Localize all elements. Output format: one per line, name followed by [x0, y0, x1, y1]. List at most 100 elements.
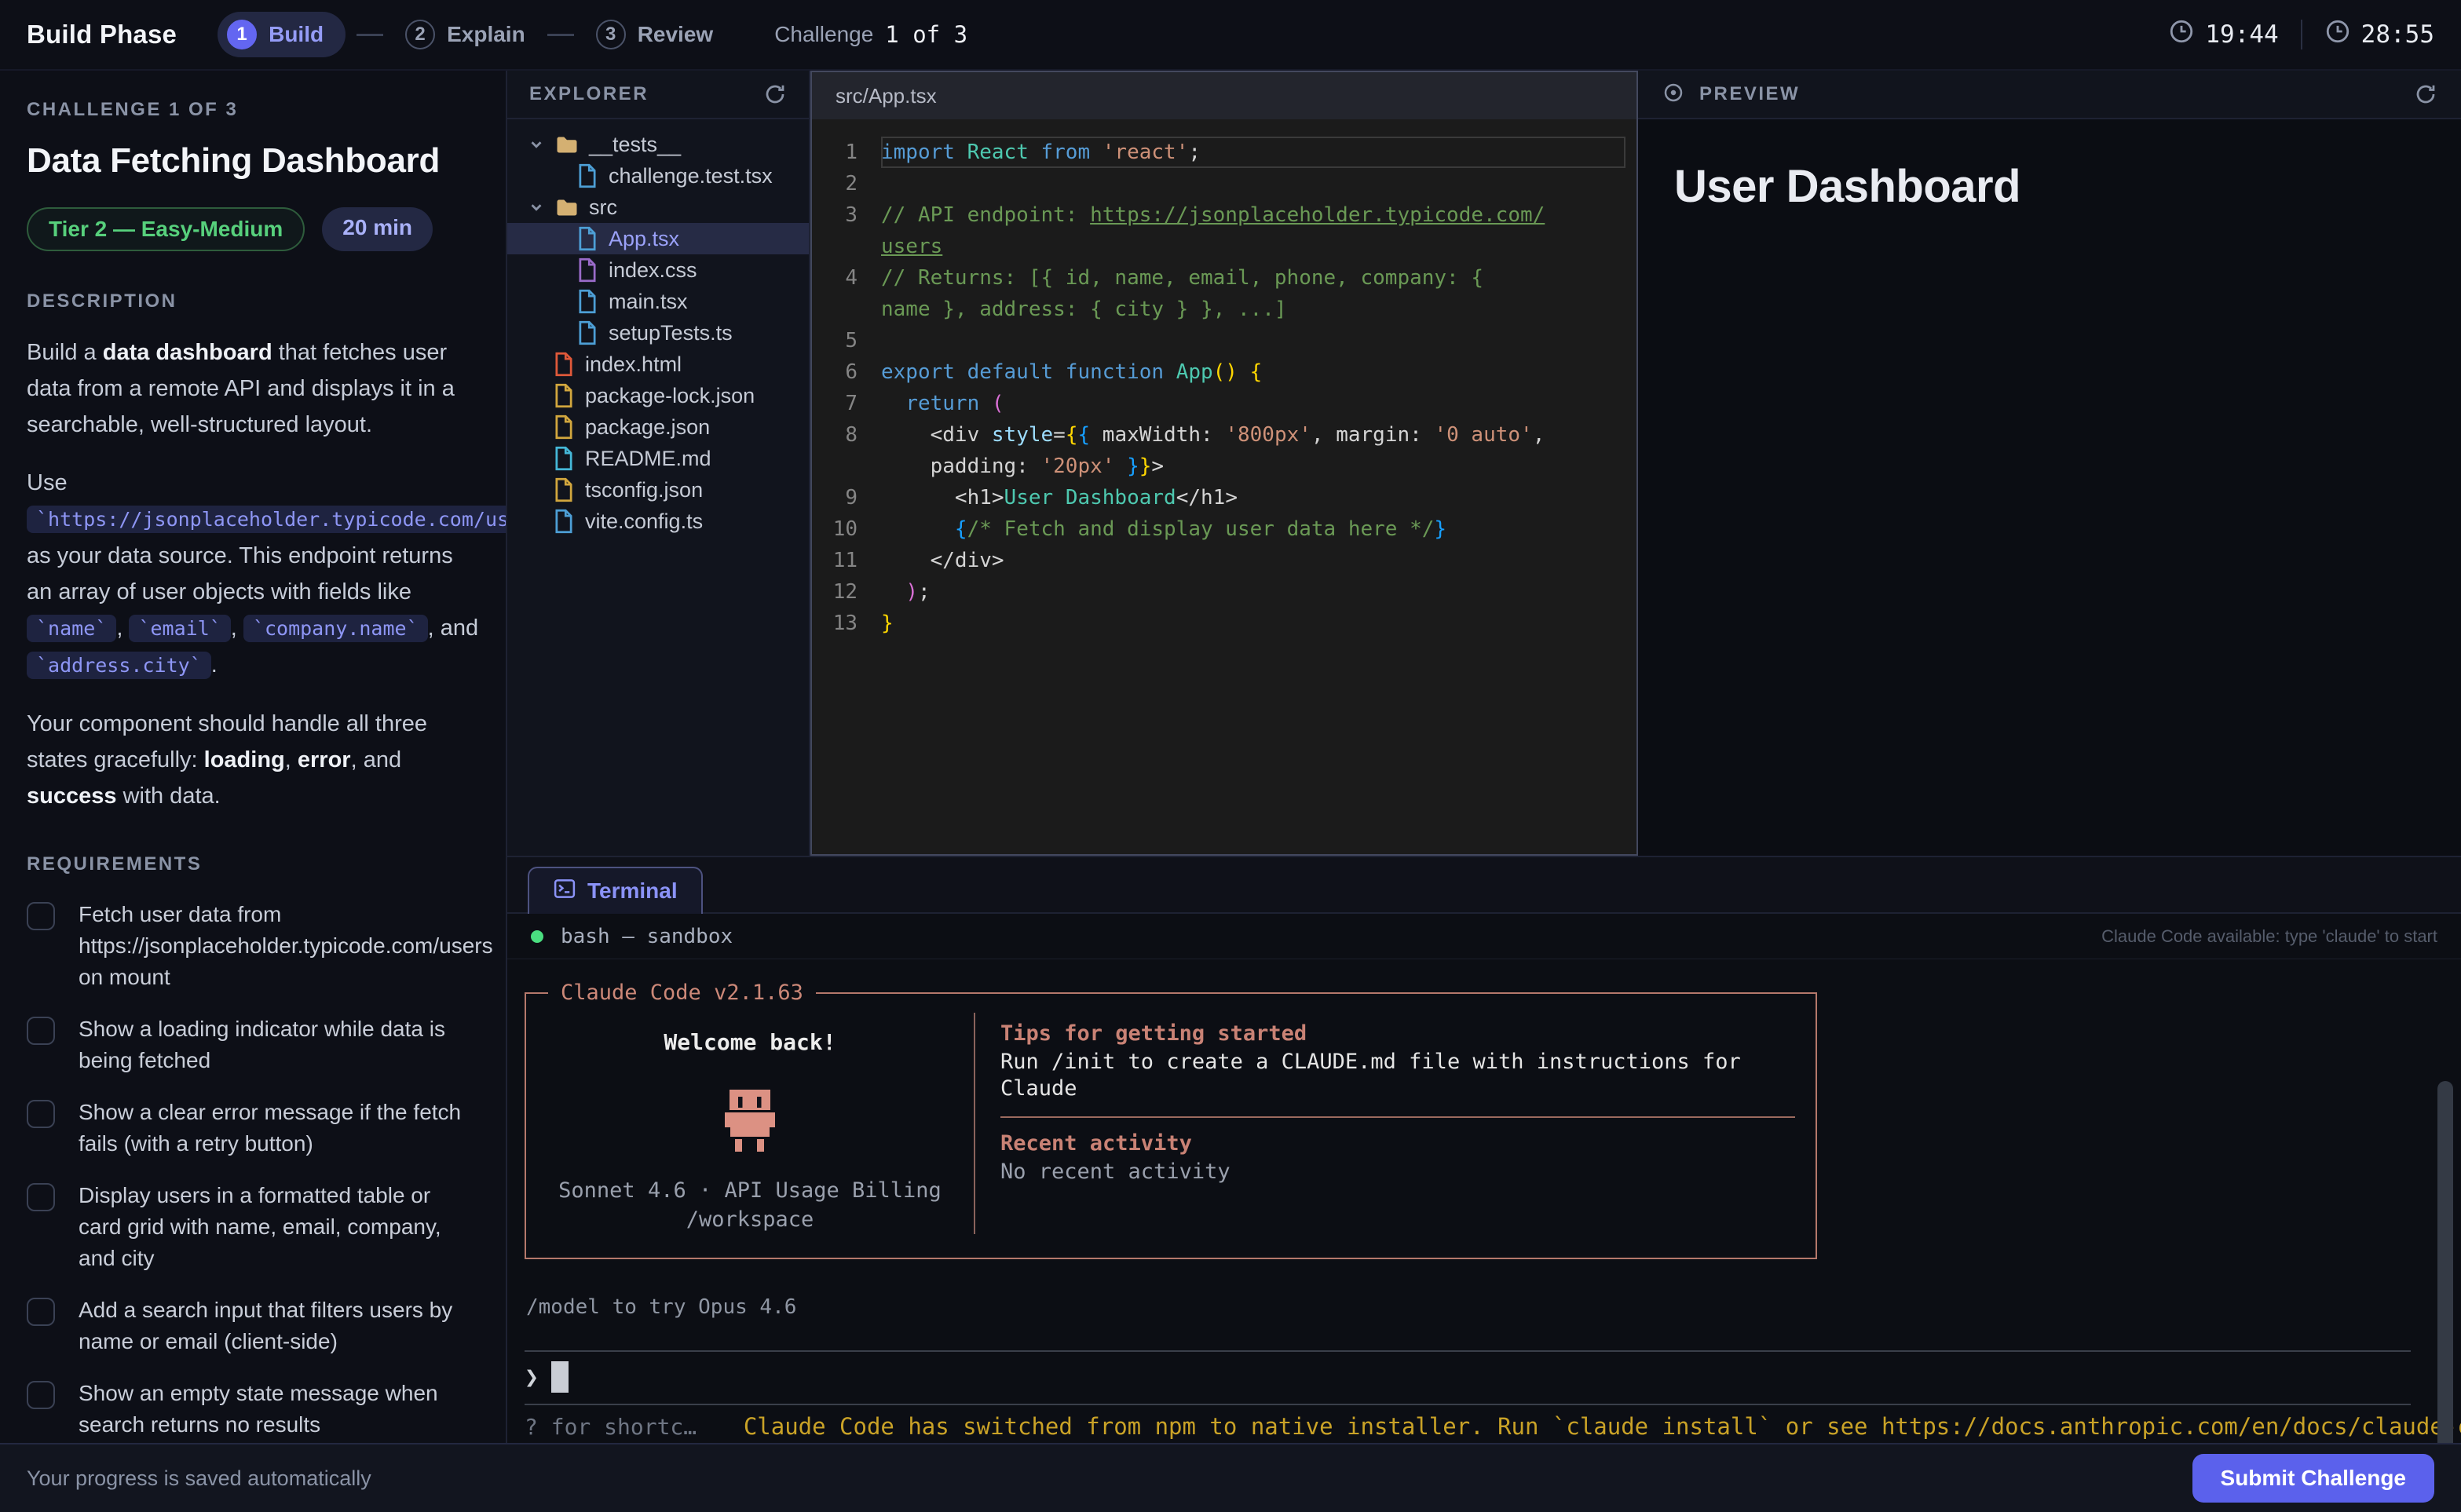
divider — [2301, 20, 2302, 49]
code-line: 13} — [812, 608, 1636, 639]
terminal-output[interactable]: Claude Code v2.1.63 Welcome back! — [507, 959, 2461, 1440]
requirement-checkbox[interactable] — [27, 1298, 55, 1326]
submit-challenge-button[interactable]: Submit Challenge — [2192, 1454, 2434, 1503]
refresh-icon[interactable] — [763, 82, 787, 106]
file-package-lock.json[interactable]: package-lock.json — [507, 380, 809, 411]
code-chip-city: `address.city` — [27, 652, 211, 679]
code-line: 4// Returns: [{ id, name, email, phone, … — [812, 262, 1636, 294]
code-line-text: <h1>User Dashboard</h1> — [881, 482, 1625, 513]
folder-__tests__[interactable]: __tests__ — [507, 129, 809, 160]
code-token: { — [1066, 423, 1078, 447]
tips-heading: Tips for getting started — [1000, 1021, 1795, 1047]
code-token: return — [905, 392, 992, 415]
code-line: 1import React from 'react'; — [812, 137, 1636, 168]
step-review[interactable]: 3 Review — [585, 12, 725, 57]
code-line: 2 — [812, 168, 1636, 199]
text: Use — [27, 470, 68, 495]
timer-elapsed-value: 19:44 — [2205, 20, 2278, 49]
code-token: ) — [905, 580, 918, 604]
line-number: 1 — [812, 137, 881, 168]
requirement-checkbox[interactable] — [27, 1100, 55, 1128]
code-line-text: {/* Fetch and display user data here */} — [881, 513, 1625, 545]
requirement-label: Show an empty state message when search … — [79, 1378, 479, 1441]
file-setupTests.ts[interactable]: setupTests.ts — [507, 317, 809, 349]
line-number: 11 — [812, 545, 881, 576]
file-App.tsx[interactable]: App.tsx — [507, 223, 809, 254]
claude-box-right: Tips for getting started Run /init to cr… — [975, 1013, 1816, 1234]
code-chip-email: `email` — [129, 615, 230, 642]
tree-item-label: package-lock.json — [585, 384, 755, 408]
text: as your data source. This endpoint retur… — [27, 543, 453, 604]
file-icon — [576, 257, 598, 283]
tree-item-label: __tests__ — [589, 133, 681, 157]
requirement-checkbox[interactable] — [27, 1183, 55, 1211]
phase-stepper: 1 Build 2 Explain 3 Review — [218, 12, 724, 57]
welcome-message: Welcome back! — [526, 1027, 974, 1058]
code-token: </div> — [881, 549, 1004, 572]
file-vite.config.ts[interactable]: vite.config.ts — [507, 506, 809, 537]
divider — [525, 1350, 2411, 1352]
code-area[interactable]: 1import React from 'react';23// API endp… — [812, 119, 1636, 639]
folder-src[interactable]: src — [507, 192, 809, 223]
tab-terminal[interactable]: Terminal — [528, 867, 703, 914]
code-token — [881, 517, 955, 541]
file-challenge.test.tsx[interactable]: challenge.test.tsx — [507, 160, 809, 192]
file-package.json[interactable]: package.json — [507, 411, 809, 443]
status-dot-icon — [531, 930, 543, 943]
clock-icon — [2324, 18, 2351, 51]
step-explain-label: Explain — [447, 22, 525, 47]
requirement-checkbox[interactable] — [27, 1381, 55, 1409]
file-index.css[interactable]: index.css — [507, 254, 809, 286]
code-token: maxWidth: — [1090, 423, 1225, 447]
file-main.tsx[interactable]: main.tsx — [507, 286, 809, 317]
file-icon — [553, 477, 575, 502]
code-token: /* Fetch and display user data here */ — [967, 517, 1435, 541]
line-number — [812, 231, 881, 262]
code-line-text: // API endpoint: https://jsonplaceholder… — [881, 199, 1625, 231]
description-paragraph: Use `https://jsonplaceholder.typicode.co… — [27, 465, 479, 684]
requirement-checkbox[interactable] — [27, 902, 55, 930]
file-icon — [576, 320, 598, 345]
code-token: // API endpoint: — [881, 203, 1090, 227]
text: , — [116, 615, 129, 641]
app-root: Build Phase 1 Build 2 Explain 3 Review C… — [0, 0, 2461, 1512]
code-chip-name: `name` — [27, 615, 116, 642]
challenge-counter: Challenge 1 of 3 — [774, 21, 967, 48]
recent-activity-heading: Recent activity — [1000, 1130, 1795, 1157]
code-line: 8 <div style={{ maxWidth: '800px', margi… — [812, 419, 1636, 451]
code-token: } — [1139, 455, 1152, 478]
step-review-number: 3 — [596, 20, 626, 49]
file-README.md[interactable]: README.md — [507, 443, 809, 474]
code-line-text: name }, address: { city } }, ...] — [881, 294, 1625, 325]
claude-mascot-pixel-art — [703, 1085, 797, 1163]
code-line: padding: '20px' }}> — [812, 451, 1636, 482]
line-number: 8 — [812, 419, 881, 451]
chevron-down-icon — [528, 136, 545, 153]
tip-init: Run /init to create a CLAUDE.md file wit… — [1000, 1049, 1795, 1102]
explorer-header: EXPLORER — [507, 71, 809, 119]
code-token: <div — [881, 423, 992, 447]
code-line: users — [812, 231, 1636, 262]
terminal-prompt-row[interactable]: ❯ — [525, 1361, 2461, 1393]
description-heading: DESCRIPTION — [27, 290, 479, 312]
code-token: { — [1077, 423, 1090, 447]
code-token: } — [1127, 455, 1139, 478]
file-index.html[interactable]: index.html — [507, 349, 809, 380]
challenge-count: 1 of 3 — [885, 21, 967, 48]
line-number: 3 — [812, 199, 881, 231]
requirement-checkbox[interactable] — [27, 1017, 55, 1045]
code-token: User Dashboard — [1004, 486, 1176, 509]
phase-title: Build Phase — [27, 20, 177, 49]
code-editor[interactable]: src/App.tsx 1import React from 'react';2… — [810, 71, 1638, 856]
terminal-tab-label: Terminal — [587, 878, 678, 904]
refresh-icon[interactable] — [2414, 82, 2437, 106]
tree-item-label: index.html — [585, 352, 682, 377]
step-build[interactable]: 1 Build — [218, 12, 346, 57]
timers: 19:44 28:55 — [2168, 18, 2434, 51]
line-number: 4 — [812, 262, 881, 294]
claude-box-columns: Welcome back! Sonnet 4.6 · API Usage Bil… — [526, 1013, 1816, 1234]
file-tsconfig.json[interactable]: tsconfig.json — [507, 474, 809, 506]
step-explain[interactable]: 2 Explain — [394, 12, 536, 57]
editor-tab-filename[interactable]: src/App.tsx — [836, 84, 937, 108]
requirements-list: Fetch user data from https://jsonplaceho… — [27, 899, 479, 1441]
